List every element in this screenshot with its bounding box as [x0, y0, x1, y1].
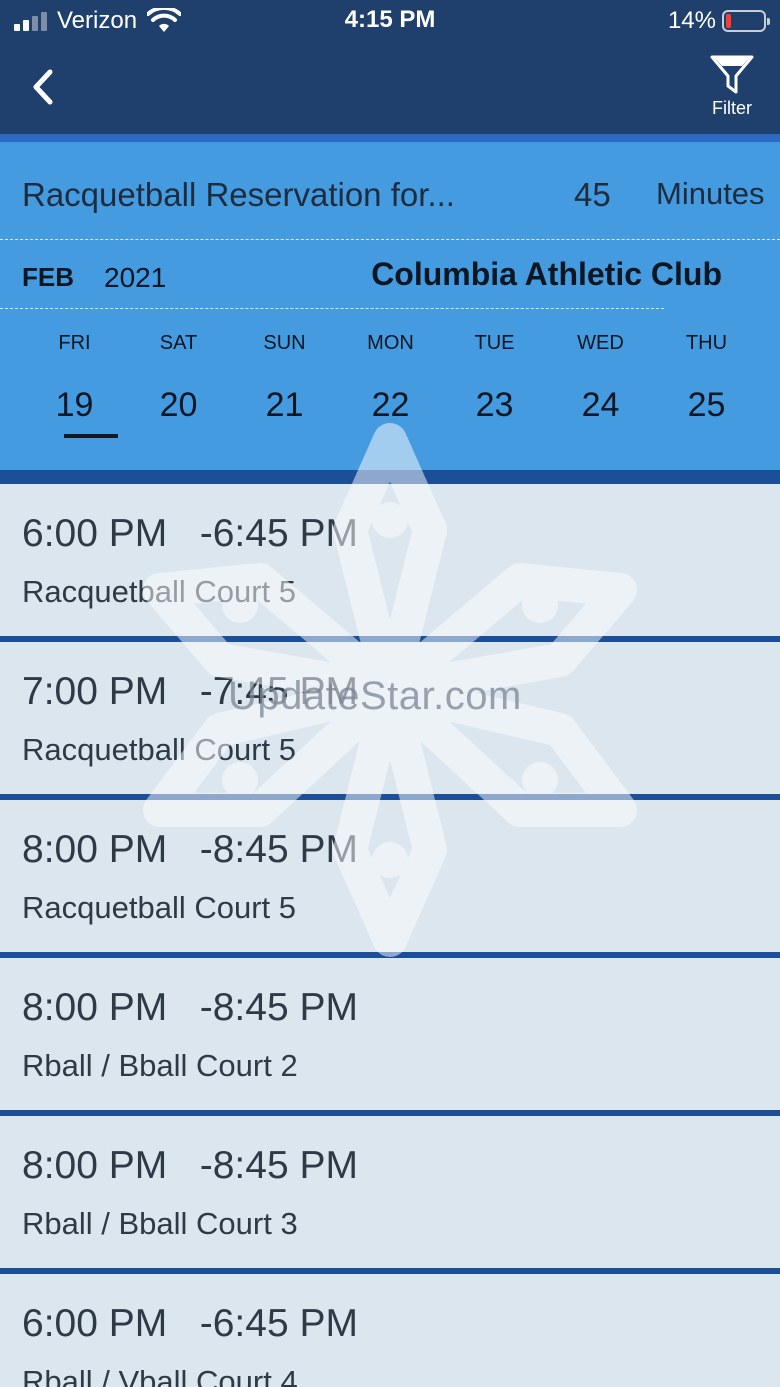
filter-button[interactable]: Filter — [702, 52, 762, 128]
time-slot-item[interactable]: 8:00 PM -8:45 PM Racquetball Court 5 — [0, 800, 780, 952]
slot-court-name: Rball / Vball Court 4 — [22, 1364, 298, 1387]
day-number: 19 — [55, 386, 94, 424]
day-number: 24 — [581, 386, 620, 424]
status-right: 14% — [667, 6, 770, 36]
year-label: 2021 — [104, 262, 167, 293]
slot-time-range: 7:00 PM -7:45 PM — [22, 670, 358, 713]
slot-court-name: Racquetball Court 5 — [22, 574, 296, 609]
slot-court-name: Racquetball Court 5 — [22, 732, 296, 767]
nav-bar: Filter — [0, 44, 780, 134]
slot-court-name: Rball / Bball Court 3 — [22, 1206, 298, 1241]
time-slot-item[interactable]: 6:00 PM -6:45 PM Racquetball Court 5 — [0, 484, 780, 636]
day-number: 23 — [475, 386, 514, 424]
battery-icon — [722, 10, 770, 32]
status-bar: Verizon 4:15 PM 14% — [0, 0, 780, 44]
time-slot-item[interactable]: 6:00 PM -6:45 PM Rball / Vball Court 4 — [0, 1274, 780, 1387]
time-slot-item[interactable]: 8:00 PM -8:45 PM Rball / Bball Court 3 — [0, 1116, 780, 1268]
divider — [0, 308, 664, 309]
day-number: 21 — [265, 386, 304, 424]
slot-time-range: 8:00 PM -8:45 PM — [22, 1144, 358, 1187]
reservation-title: Racquetball Reservation for... — [22, 176, 455, 213]
month-label: FEB — [22, 262, 74, 292]
slot-time-range: 6:00 PM -6:45 PM — [22, 512, 358, 555]
time-slot-item[interactable]: 7:00 PM -7:45 PM Racquetball Court 5 — [0, 642, 780, 794]
battery-level — [726, 14, 731, 28]
day-name: TUE — [474, 332, 515, 354]
slot-time-range: 6:00 PM -6:45 PM — [22, 1302, 358, 1345]
club-name: Columbia Athletic Club — [371, 256, 722, 292]
signal-icon — [14, 11, 47, 31]
slot-court-name: Rball / Bball Court 2 — [22, 1048, 298, 1083]
back-button[interactable] — [24, 64, 64, 110]
day-name: WED — [577, 332, 624, 354]
duration-value: 45 — [574, 176, 611, 213]
day-name: SUN — [263, 332, 306, 354]
day-number: 20 — [159, 386, 198, 424]
wifi-icon — [147, 8, 182, 32]
header-top-border — [0, 134, 780, 142]
carrier-name: Verizon — [57, 7, 138, 34]
selected-day-indicator — [64, 434, 118, 438]
slot-time-range: 8:00 PM -8:45 PM — [22, 986, 358, 1029]
status-left: Verizon — [14, 6, 182, 36]
slot-court-name: Racquetball Court 5 — [22, 890, 296, 925]
time-slot-item[interactable]: 8:00 PM -8:45 PM Rball / Bball Court 2 — [0, 958, 780, 1110]
slot-time-range: 8:00 PM -8:45 PM — [22, 828, 358, 871]
filter-label: Filter — [712, 98, 752, 118]
chevron-left-icon — [33, 69, 53, 105]
day-name: MON — [367, 332, 414, 354]
funnel-icon — [710, 55, 754, 94]
duration-unit: Minutes — [656, 176, 765, 211]
reservation-header: Racquetball Reservation for... 45 Minute… — [0, 142, 780, 470]
reservation-summary[interactable]: Racquetball Reservation for... 45 Minute… — [0, 142, 780, 240]
day-number: 22 — [371, 386, 410, 424]
day-name: SAT — [159, 332, 198, 354]
battery-percent: 14% — [667, 7, 716, 34]
day-name: THU — [685, 332, 728, 354]
day-name: FRI — [58, 332, 91, 354]
day-number: 25 — [687, 386, 726, 424]
